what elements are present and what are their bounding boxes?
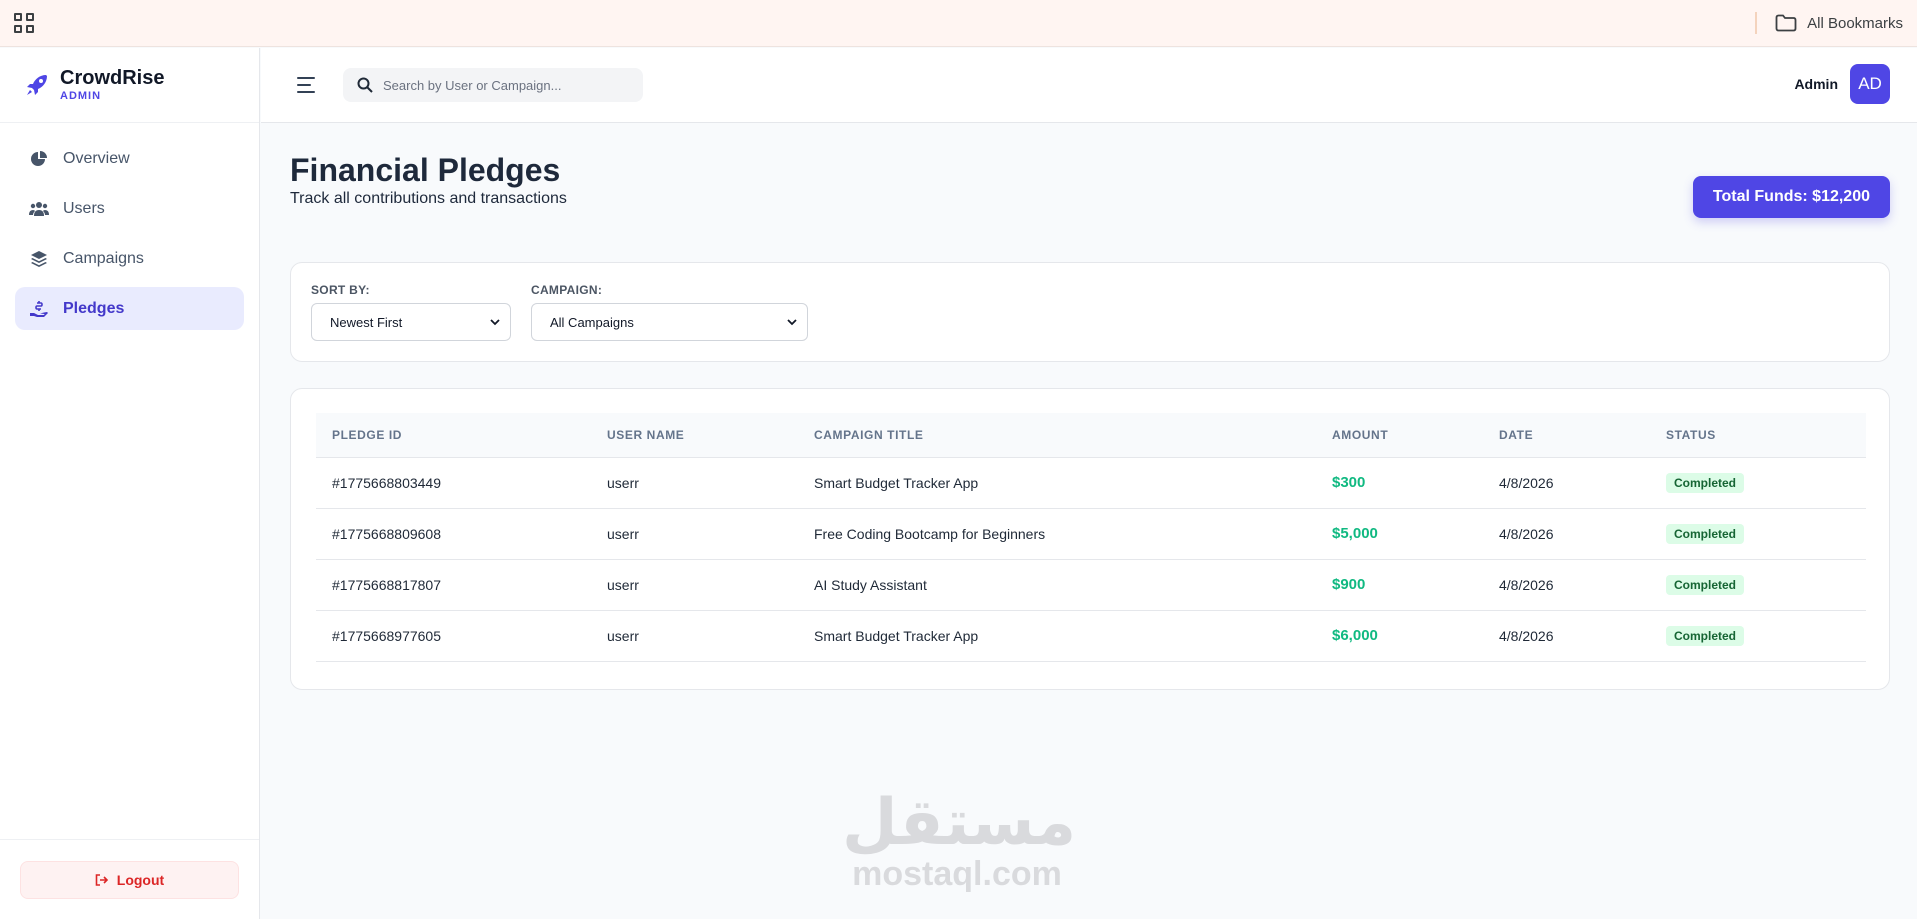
sort-value: Newest First [330, 314, 403, 330]
table-row: #1775668809608 userr Free Coding Bootcam… [316, 508, 1866, 560]
apps-grid-icon[interactable] [14, 13, 34, 33]
user-name: userr [591, 559, 798, 611]
rocket-icon [27, 75, 47, 95]
status-badge: Completed [1666, 574, 1745, 595]
brand: CrowdRise ADMIN [0, 48, 259, 123]
search-icon [357, 77, 373, 93]
pledge-date: 4/8/2026 [1483, 610, 1650, 662]
sidebar-footer: Logout [0, 839, 259, 919]
watermark-latin: mostaql.com [852, 855, 1062, 893]
brand-name: CrowdRise [60, 67, 165, 89]
status-cell: Completed [1650, 559, 1866, 611]
search-box [343, 68, 643, 102]
topbar: Admin AD [261, 48, 1917, 123]
pledge-amount: $300 [1316, 457, 1483, 509]
sidebar: CrowdRise ADMIN Overview Users Campaigns [0, 48, 260, 919]
search-input[interactable] [383, 77, 623, 93]
pledge-id: #1775668803449 [316, 457, 591, 509]
campaign-select[interactable]: All Campaigns [531, 303, 808, 341]
table-row: #1775668803449 userr Smart Budget Tracke… [316, 457, 1866, 509]
sort-select[interactable]: Newest First [311, 303, 511, 341]
table-row: #1775668817807 userr AI Study Assistant … [316, 559, 1866, 611]
user-name: Admin [1794, 76, 1838, 92]
column-header: STATUS [1650, 413, 1866, 458]
pledge-date: 4/8/2026 [1483, 457, 1650, 509]
status-badge: Completed [1666, 625, 1745, 646]
menu-toggle-icon[interactable] [297, 77, 317, 93]
campaign-title: Smart Budget Tracker App [798, 610, 1316, 662]
column-header: AMOUNT [1316, 413, 1483, 458]
sidebar-nav: Overview Users Campaigns Pledges [0, 123, 259, 351]
status-badge: Completed [1666, 523, 1745, 544]
pledges-table-card: PLEDGE ID USER NAME CAMPAIGN TITLE AMOUN… [290, 388, 1890, 690]
sidebar-item-label: Users [63, 199, 105, 217]
users-icon [29, 199, 49, 219]
page-title: Financial Pledges [290, 152, 561, 188]
bookmarks-bar: All Bookmarks [0, 0, 1917, 47]
chevron-down-icon [490, 318, 500, 325]
user-name: userr [591, 508, 798, 560]
sidebar-item-users[interactable]: Users [15, 187, 244, 230]
all-bookmarks-label: All Bookmarks [1807, 14, 1903, 32]
pie-chart-icon [29, 149, 49, 169]
column-header: CAMPAIGN TITLE [798, 413, 1316, 458]
campaign-filter: CAMPAIGN: All Campaigns [531, 283, 808, 341]
total-funds-badge: Total Funds: $12,200 [1692, 176, 1890, 218]
sort-label: SORT BY: [311, 283, 370, 297]
brand-subtitle: ADMIN [60, 90, 102, 102]
column-header: USER NAME [591, 413, 798, 458]
logout-button[interactable]: Logout [20, 860, 239, 899]
campaign-value: All Campaigns [550, 314, 634, 330]
status-cell: Completed [1650, 457, 1866, 509]
bookmarks-divider [1755, 12, 1758, 34]
user-name: userr [591, 457, 798, 509]
watermark-arabic: مستقل [842, 786, 1077, 860]
column-header: PLEDGE ID [316, 413, 591, 458]
layers-icon [29, 249, 49, 269]
pledges-table: PLEDGE ID USER NAME CAMPAIGN TITLE AMOUN… [316, 413, 1866, 662]
user-menu: Admin AD [1794, 64, 1890, 104]
bookmarks-right: All Bookmarks [1755, 0, 1903, 46]
campaign-title: Smart Budget Tracker App [798, 457, 1316, 509]
user-name: userr [591, 610, 798, 662]
pledge-date: 4/8/2026 [1483, 508, 1650, 560]
sidebar-item-label: Overview [63, 149, 130, 167]
pledge-id: #1775668817807 [316, 559, 591, 611]
pledge-amount: $900 [1316, 559, 1483, 611]
sidebar-item-label: Campaigns [63, 249, 144, 267]
pledge-id: #1775668809608 [316, 508, 591, 560]
pledge-date: 4/8/2026 [1483, 559, 1650, 611]
hand-coin-icon [29, 299, 49, 319]
watermark: مستقل mostaql.com [842, 786, 1077, 893]
pledge-id: #1775668977605 [316, 610, 591, 662]
table-row: #1775668977605 userr Smart Budget Tracke… [316, 610, 1866, 662]
status-badge: Completed [1666, 472, 1745, 493]
campaign-title: AI Study Assistant [798, 559, 1316, 611]
logout-icon [95, 873, 108, 886]
sort-filter: SORT BY: Newest First [311, 283, 511, 341]
avatar[interactable]: AD [1850, 64, 1890, 104]
status-cell: Completed [1650, 610, 1866, 662]
sidebar-item-campaigns[interactable]: Campaigns [15, 237, 244, 280]
campaign-title: Free Coding Bootcamp for Beginners [798, 508, 1316, 560]
folder-icon [1775, 14, 1797, 32]
sidebar-item-label: Pledges [63, 299, 125, 317]
column-header: DATE [1483, 413, 1650, 458]
all-bookmarks-button[interactable]: All Bookmarks [1775, 14, 1903, 32]
logout-label: Logout [116, 871, 165, 888]
chevron-down-icon [787, 318, 797, 325]
page-subtitle: Track all contributions and transactions [290, 190, 567, 207]
main-content: Financial Pledges Track all contribution… [261, 124, 1917, 919]
pledge-amount: $6,000 [1316, 610, 1483, 662]
filter-card: SORT BY: Newest First CAMPAIGN: All Camp… [290, 262, 1890, 362]
sidebar-item-pledges[interactable]: Pledges [15, 287, 244, 330]
campaign-label: CAMPAIGN: [531, 283, 603, 297]
sidebar-item-overview[interactable]: Overview [15, 137, 244, 180]
status-cell: Completed [1650, 508, 1866, 560]
table-header-row: PLEDGE ID USER NAME CAMPAIGN TITLE AMOUN… [316, 413, 1866, 458]
pledge-amount: $5,000 [1316, 508, 1483, 560]
